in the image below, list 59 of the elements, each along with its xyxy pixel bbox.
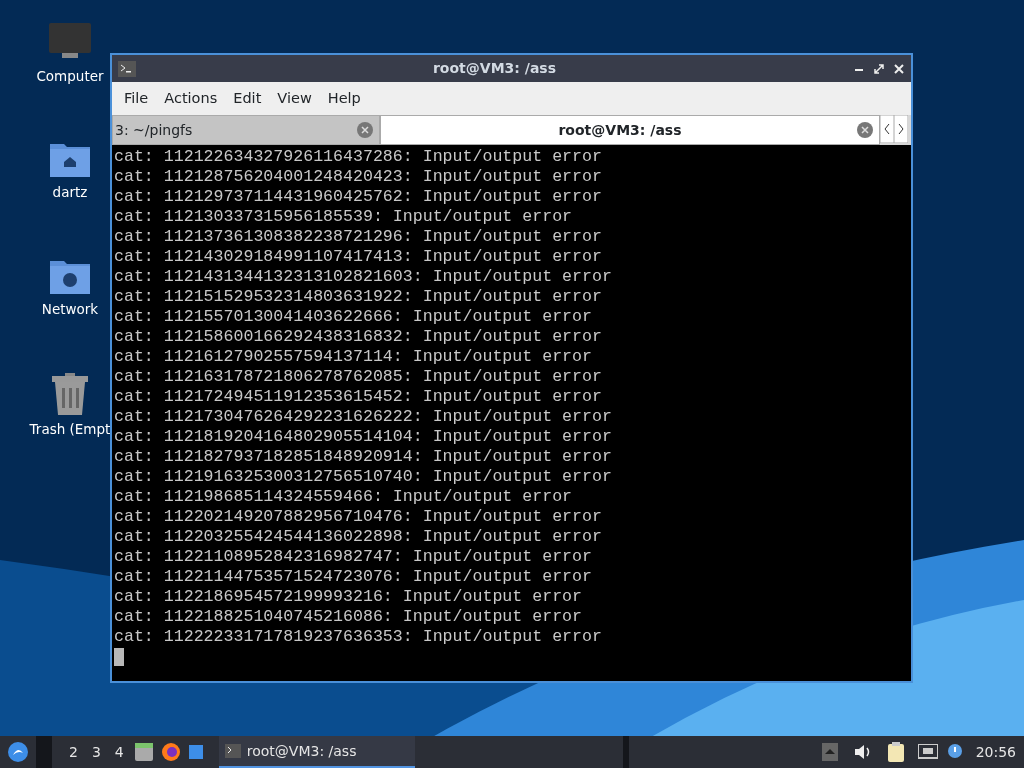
- terminal-line: cat: 112172494511912353615452: Input/output error: [114, 387, 603, 407]
- start-menu-icon[interactable]: [8, 742, 28, 762]
- panel-separator: [622, 736, 629, 768]
- menu-item[interactable]: Actions: [156, 87, 226, 110]
- terminal-line: cat: 112151529532314803631922: Input/output error: [114, 287, 603, 307]
- terminal-line: cat: 112122634327926116437286: Input/output error: [114, 147, 603, 167]
- window-icon[interactable]: [188, 745, 203, 759]
- terminal-icon: [118, 60, 136, 77]
- clock: 20:56: [975, 742, 1016, 762]
- close-icon[interactable]: [893, 62, 905, 75]
- terminal-line: cat: 112163178721806278762085: Input/output error: [114, 367, 603, 387]
- icon-label[interactable]: Network: [41, 299, 99, 320]
- tab[interactable]: 3: ~/pingfs: [112, 115, 380, 145]
- menu-item[interactable]: View: [269, 87, 320, 110]
- terminal-line: cat: 11221108952842316982747: Input/output error: [114, 547, 593, 567]
- menu-item[interactable]: Edit: [225, 87, 270, 110]
- terminal-line: cat: 112202149207882956710476: Input/output error: [114, 507, 603, 527]
- menu-item[interactable]: Help: [319, 87, 369, 110]
- maximize-icon[interactable]: [873, 62, 885, 75]
- terminal-line: cat: 112128756204001248420423: Input/output error: [114, 167, 603, 187]
- icon-label[interactable]: Trash (Empt: [29, 419, 111, 440]
- terminal-line: cat: 112158600166292438316832: Input/output error: [114, 327, 603, 347]
- icon-label[interactable]: Computer: [36, 66, 104, 87]
- terminal-line: cat: 1122188251040745216086: Input/output error: [114, 607, 584, 627]
- terminal-line: cat: 1121827937182851848920914: Input/output error: [114, 447, 613, 467]
- clipboard-icon[interactable]: [887, 742, 906, 762]
- file-cabinet-icon[interactable]: [134, 743, 153, 761]
- terminal-line: cat: 1121916325300312756510740: Input/output error: [114, 467, 613, 487]
- browser-icon[interactable]: [160, 742, 181, 762]
- trash-icon: [51, 373, 89, 415]
- scroll-right-icon[interactable]: [894, 115, 908, 143]
- terminal-line: cat: 11221144753571524723076: Input/output error: [114, 567, 593, 587]
- menu-item[interactable]: File: [116, 87, 157, 110]
- window-title: root@VM3: /ass: [431, 59, 557, 78]
- terminal-line: cat: 112198685114324559466: Input/output error: [114, 487, 574, 507]
- terminal-line: cat: 1122186954572199993216: Input/output error: [114, 587, 584, 607]
- speaker-icon[interactable]: [853, 744, 872, 760]
- scroll-left-icon[interactable]: [880, 115, 894, 143]
- network-icon[interactable]: [917, 744, 938, 760]
- terminal-line: cat: 1121819204164802905514104: Input/output error: [114, 427, 613, 447]
- terminal-line: cat: 112129737114431960425762: Input/output error: [114, 187, 603, 207]
- icon-label[interactable]: dartz: [52, 182, 88, 203]
- close-icon[interactable]: [857, 122, 873, 138]
- terminal-line: cat: 112203255424544136022898: Input/output error: [114, 527, 603, 547]
- terminal-line: cat: 11216127902557594137114: Input/output error: [114, 347, 593, 367]
- workspace-button[interactable]: 3: [84, 741, 108, 763]
- terminal-line: cat: 112143029184991107417413: Input/output error: [114, 247, 603, 267]
- terminal-line: cat: 11215570130041403622666: Input/output error: [114, 307, 593, 327]
- terminal-line: cat: 112137361308382238721296: Input/output error: [114, 227, 603, 247]
- notification-icon[interactable]: [945, 743, 964, 761]
- workspace-button[interactable]: 4: [107, 741, 131, 763]
- terminal-line: cat: 1121730476264292231626222: Input/output error: [114, 407, 613, 427]
- terminal-line: cat: 112222331717819237636353: Input/output error: [114, 627, 603, 647]
- workspace-button[interactable]: 2: [62, 741, 85, 763]
- terminal-line: cat: 1121431344132313102821603: Input/output error: [114, 267, 613, 287]
- cursor: [114, 648, 124, 666]
- terminal-icon: [224, 744, 241, 758]
- task-button[interactable]: root@VM3: /ass: [218, 736, 415, 768]
- terminal-line: cat: 112130337315956185539: Input/output error: [114, 207, 574, 227]
